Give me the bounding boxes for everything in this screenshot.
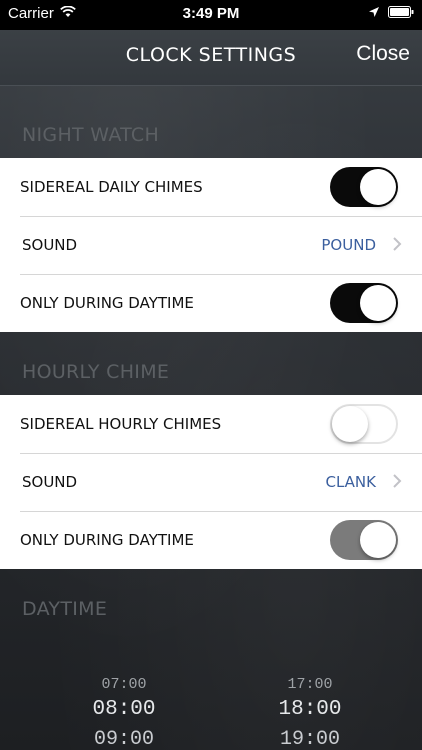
end-time-picker[interactable]: 17:00 18:00 19:00 <box>240 660 380 750</box>
night-daytime-label: ONLY DURING DAYTIME <box>20 294 194 312</box>
night-daytime-toggle[interactable] <box>330 283 398 323</box>
hourly-daytime-toggle[interactable] <box>330 520 398 560</box>
night-daytime-row: ONLY DURING DAYTIME <box>0 274 422 332</box>
night-sound-value: POUND <box>321 236 376 254</box>
section-header-night-watch: NIGHT WATCH <box>22 124 160 146</box>
picker-item-selected: 08:00 <box>92 698 156 721</box>
hourly-chime-group: SIDEREAL HOURLY CHIMES SOUND CLANK ONLY … <box>0 395 422 569</box>
hourly-chimes-row: SIDEREAL HOURLY CHIMES <box>0 395 422 453</box>
app-screen: Carrier 3:49 PM CLOCK SETTINGS Close NIG… <box>0 0 422 750</box>
picker-item <box>240 660 380 676</box>
picker-item <box>54 660 194 676</box>
toggle-knob <box>360 522 396 558</box>
status-time: 3:49 PM <box>182 5 240 22</box>
hourly-daytime-label: ONLY DURING DAYTIME <box>20 531 194 549</box>
toggle-knob <box>360 285 396 321</box>
picker-item: 07:00 <box>101 676 147 693</box>
picker-item: 17:00 <box>287 676 333 693</box>
status-bar: Carrier 3:49 PM <box>0 0 422 30</box>
picker-item-selected: 18:00 <box>278 698 342 721</box>
daily-chimes-label: SIDEREAL DAILY CHIMES <box>20 178 203 196</box>
section-header-hourly-chime: HOURLY CHIME <box>22 361 170 383</box>
picker-item: 19:00 <box>279 728 340 750</box>
location-icon <box>368 5 380 23</box>
toggle-knob <box>360 169 396 205</box>
nav-bar: CLOCK SETTINGS Close <box>0 30 422 86</box>
battery-icon <box>388 5 414 23</box>
hourly-sound-value: CLANK <box>325 473 377 491</box>
daily-chimes-row: SIDEREAL DAILY CHIMES <box>0 158 422 216</box>
picker-item: 09:00 <box>93 728 154 750</box>
section-header-daytime: DAYTIME <box>22 598 108 620</box>
hourly-sound-label: SOUND <box>22 473 78 491</box>
night-sound-row[interactable]: SOUND POUND <box>0 216 422 274</box>
start-time-picker[interactable]: 07:00 08:00 09:00 <box>54 660 194 750</box>
status-right <box>368 5 414 23</box>
close-button[interactable]: Close <box>356 42 410 66</box>
hourly-sound-row[interactable]: SOUND CLANK <box>0 453 422 511</box>
night-watch-group: SIDEREAL DAILY CHIMES SOUND POUND ONLY D… <box>0 158 422 332</box>
hourly-chimes-label: SIDEREAL HOURLY CHIMES <box>20 415 222 433</box>
toggle-knob <box>332 406 368 442</box>
chevron-right-icon <box>392 236 402 256</box>
hourly-daytime-row: ONLY DURING DAYTIME <box>0 511 422 569</box>
night-sound-label: SOUND <box>22 236 78 254</box>
daily-chimes-toggle[interactable] <box>330 167 398 207</box>
hourly-chimes-toggle[interactable] <box>330 404 398 444</box>
chevron-right-icon <box>392 473 402 493</box>
